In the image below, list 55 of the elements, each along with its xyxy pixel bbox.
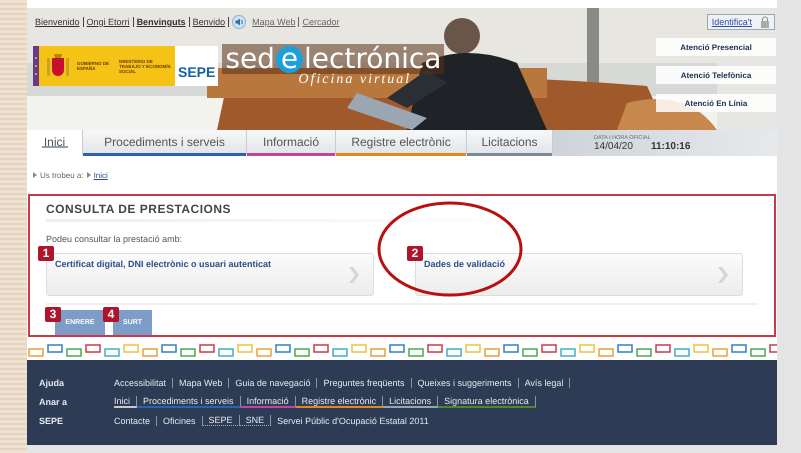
footer-link[interactable]: Informació [240, 396, 296, 408]
language-link[interactable]: Benvido [190, 17, 230, 27]
contact-button[interactable]: Atenció Presencial [656, 38, 776, 56]
footer-link[interactable]: Licitacions [383, 396, 438, 408]
number-badge: 2 [407, 246, 423, 261]
chevron-right-icon [718, 267, 728, 283]
footer-label: Ajuda [39, 378, 66, 388]
footer-link[interactable]: Mapa Web [173, 378, 230, 388]
site-tagline: Oficina virtual [298, 72, 412, 88]
breadcrumb-label: Us trobeu a: [40, 170, 84, 180]
footer-link[interactable]: Avís legal [518, 378, 570, 388]
panel-title: CONSULTA DE PRESTACIONS [46, 202, 232, 216]
clock-time: 11:10:16 [650, 140, 690, 152]
contact-button[interactable]: Atenció En Línia [656, 94, 776, 112]
footer-link[interactable]: Signatura electrònica [438, 396, 536, 408]
footer-label: SEPE [39, 416, 64, 426]
chevron-icon [86, 172, 91, 178]
nav-tab[interactable]: Registre electrònic [336, 130, 467, 156]
nav-tab[interactable]: Inici [27, 130, 83, 156]
language-link[interactable]: Benvinguts [134, 17, 190, 27]
utility-link[interactable]: Mapa Web [249, 17, 298, 27]
option-title: Dades de validació [424, 259, 506, 269]
breadcrumb-link[interactable]: Inici [94, 170, 108, 180]
footer-link[interactable]: Preguntes freqüents [317, 378, 412, 388]
footer-link[interactable]: Inici [114, 396, 138, 408]
number-badge: 4 [103, 307, 119, 322]
footer-link[interactable]: Oficines [157, 416, 203, 426]
footer-text: Servei Públic d'Ocupació Estatal 2011 [276, 416, 429, 426]
nav-tab[interactable]: Informació [247, 130, 336, 156]
footer-link[interactable]: Guia de navegació [229, 378, 318, 388]
chevron-icon [33, 172, 37, 178]
contact-button[interactable]: Atenció Telefònica [656, 66, 776, 84]
clock-date: 14/04/20 [594, 140, 633, 152]
language-link[interactable]: Bienvenido [35, 17, 84, 27]
footer-link[interactable]: Contacte [114, 416, 158, 426]
intro-text: Podeu consultar la prestació amb: [46, 234, 184, 244]
site-wordmark: sed e lectrónica [222, 44, 444, 74]
footer-link[interactable]: SEPE [202, 415, 240, 426]
number-badge: 1 [38, 246, 54, 261]
padlock-icon [760, 16, 770, 28]
footer-link[interactable]: Queixes i suggeriments [412, 378, 519, 388]
nav-tab[interactable]: Licitacions [467, 130, 553, 156]
login-link[interactable]: Identifica't [706, 14, 775, 30]
footer-link[interactable]: Procediments i serveis [137, 396, 241, 408]
footer-label: Anar a [39, 396, 68, 406]
footer-link[interactable]: Registre electrònic [296, 396, 384, 408]
language-link[interactable]: Ongi Etorri [84, 17, 134, 27]
option-title: Certificat digital, DNI electrònic o usuari autenticat [55, 259, 272, 269]
agency-logo: SEPE [175, 46, 218, 86]
chevron-right-icon [349, 267, 359, 283]
utility-link[interactable]: Cercador [298, 17, 342, 27]
nav-tab[interactable]: Procediments i serveis [83, 130, 247, 156]
footer-link[interactable]: SNE [240, 415, 272, 426]
footer-link[interactable]: Accessibilitat [114, 378, 174, 388]
number-badge: 3 [45, 307, 61, 322]
